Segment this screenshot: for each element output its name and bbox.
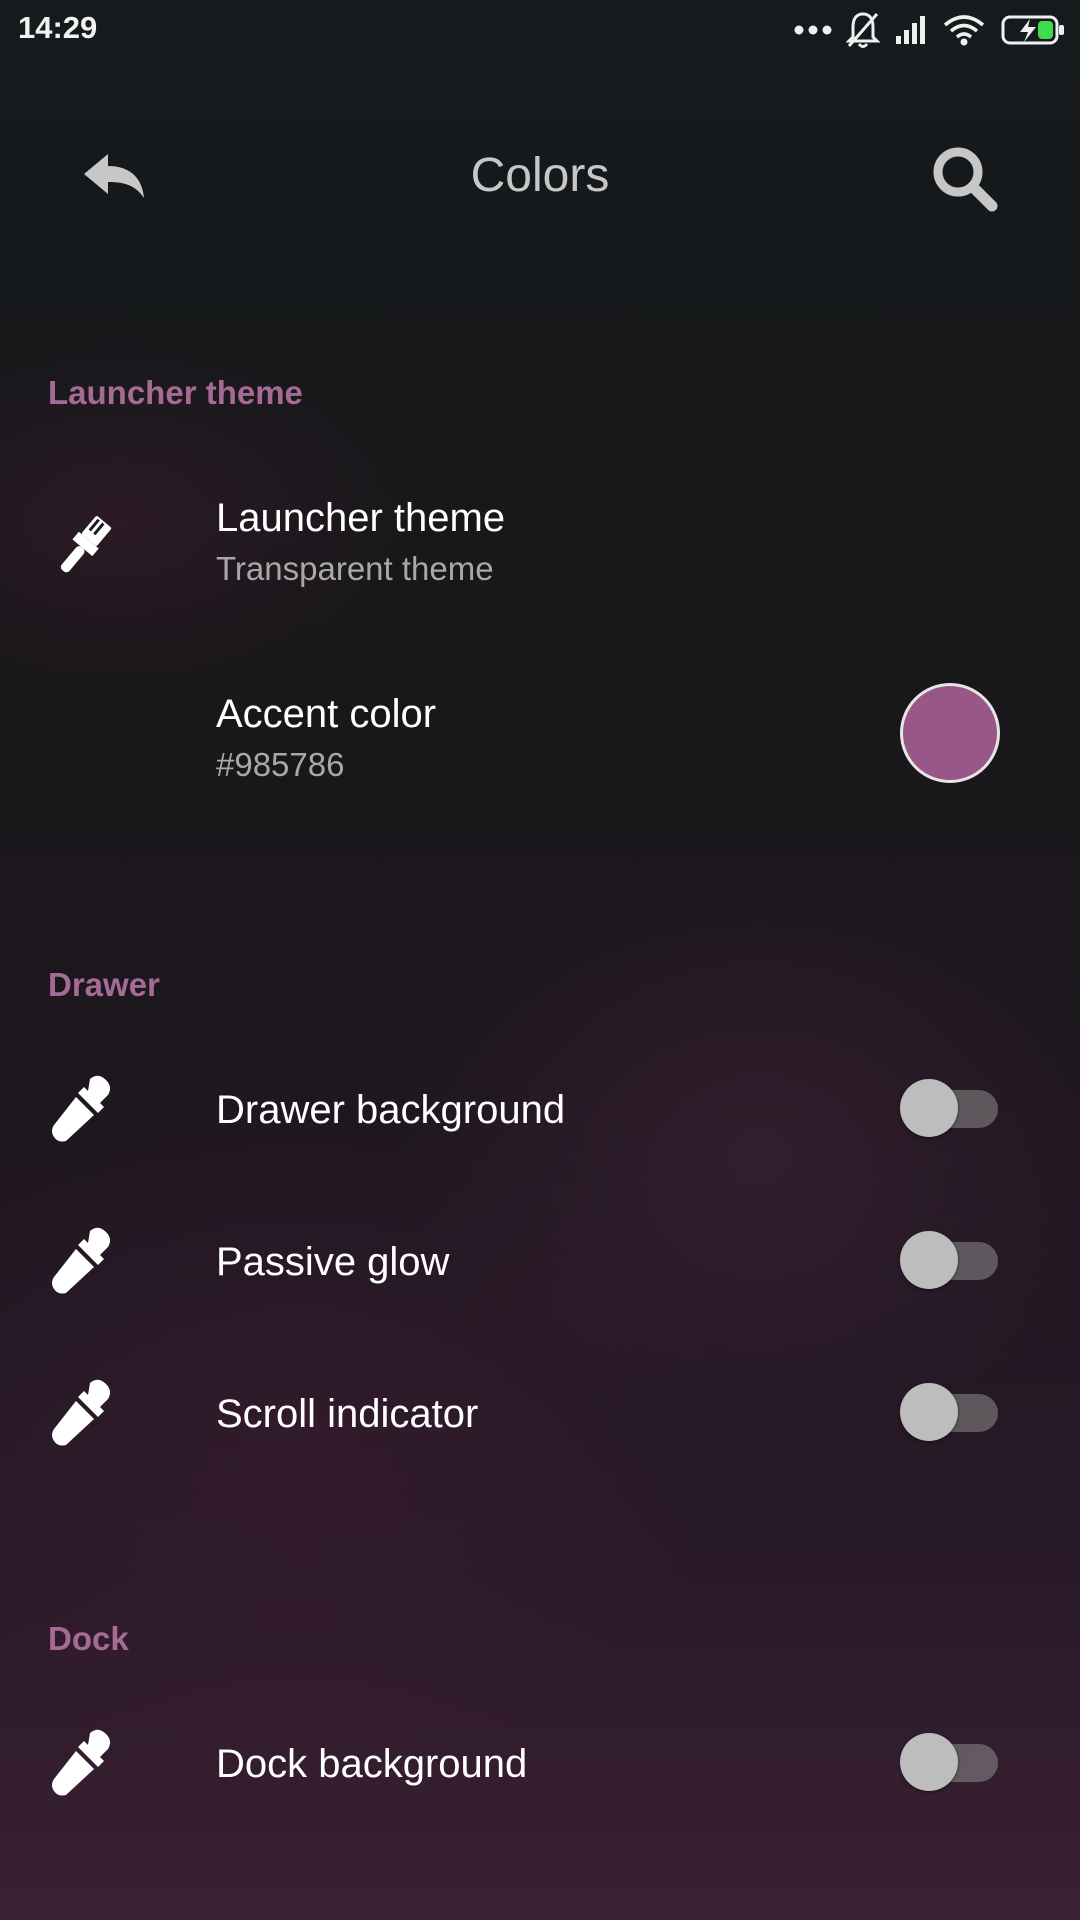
drawer-background-toggle[interactable] [900,1078,1000,1138]
eyedropper-icon [48,1727,118,1797]
accent-color-swatch[interactable] [900,683,1000,783]
eyedropper-icon [48,1225,118,1295]
battery-charging-icon [1001,15,1064,45]
status-bar: 14:29 [0,0,1080,60]
paint-brush-icon [48,512,118,582]
section-header-dock: Dock [48,1620,129,1657]
toggle-thumb [900,1231,958,1289]
launcher-theme-subtitle: Transparent theme [216,550,494,587]
passive-glow-row[interactable]: Passive glow [0,1212,1080,1308]
toggle-thumb [900,1733,958,1791]
eyedropper-icon [48,1073,118,1143]
search-icon [933,147,998,212]
dock-background-title: Dock background [216,1742,528,1786]
eyedropper-icon [48,1377,118,1447]
passive-glow-toggle[interactable] [900,1230,1000,1290]
drawer-background-title: Drawer background [216,1088,566,1132]
page-title: Colors [470,149,610,202]
launcher-theme-row[interactable]: Launcher theme Transparent theme [0,480,1080,610]
toggle-thumb [900,1383,958,1441]
status-time: 14:29 [18,10,98,45]
accent-color-value: #985786 [216,746,345,783]
dock-background-toggle[interactable] [900,1732,1000,1792]
status-icons [794,10,1066,50]
passive-glow-title: Passive glow [216,1240,450,1284]
app-bar: Colors [0,110,1080,240]
search-button[interactable] [930,144,1000,214]
dock-background-row[interactable]: Dock background [0,1714,1080,1810]
more-dots-icon [794,25,832,35]
section-header-launcher-theme: Launcher theme [48,374,303,411]
scroll-indicator-toggle[interactable] [900,1382,1000,1442]
scroll-indicator-title: Scroll indicator [216,1392,479,1436]
notifications-off-icon [846,12,880,48]
signal-icon [896,16,925,44]
section-header-drawer: Drawer [48,966,160,1003]
accent-color-title: Accent color [216,692,437,736]
toggle-thumb [900,1079,958,1137]
launcher-theme-title: Launcher theme [216,496,506,540]
wifi-icon [943,15,985,46]
scroll-indicator-row[interactable]: Scroll indicator [0,1364,1080,1460]
accent-color-row[interactable]: Accent color #985786 [0,676,1080,806]
drawer-background-row[interactable]: Drawer background [0,1060,1080,1156]
